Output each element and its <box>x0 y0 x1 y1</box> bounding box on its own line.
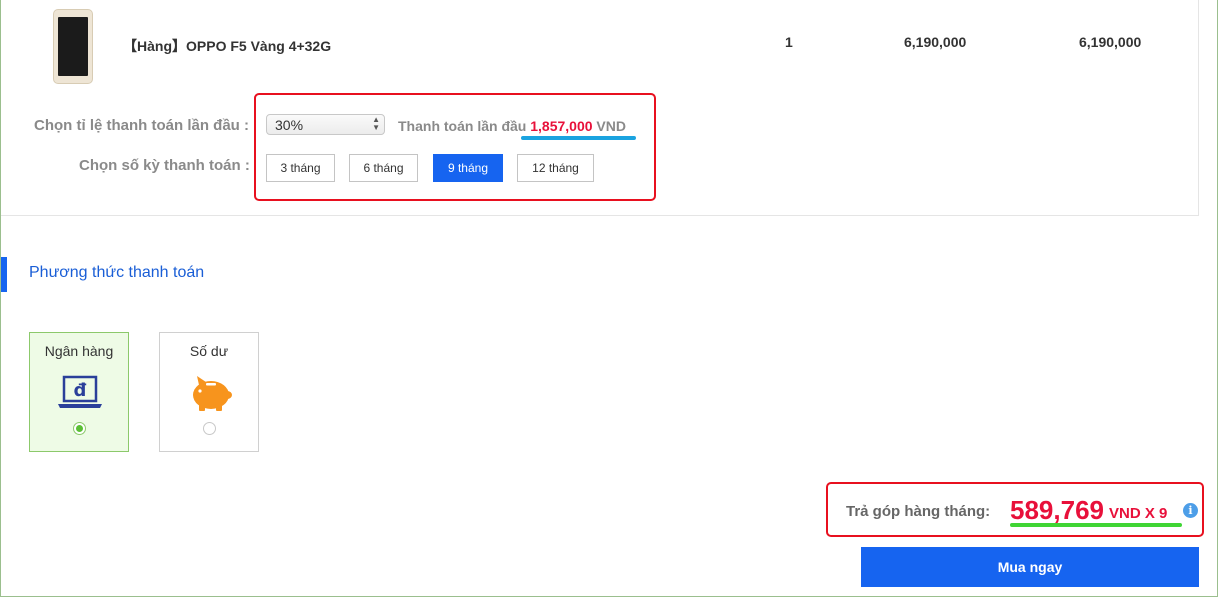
buy-now-button[interactable]: Mua ngay <box>861 547 1199 587</box>
cart-product-panel: 【Hàng】OPPO F5 Vàng 4+32G 1 6,190,000 6,1… <box>1 0 1199 216</box>
piggy-bank-icon <box>193 376 232 411</box>
ratio-select[interactable]: 30% ▲ ▼ <box>266 114 385 135</box>
first-payment-label: Thanh toán lần đầu <box>398 118 527 134</box>
ratio-label: Chọn tỉ lệ thanh toán lần đầu : <box>34 117 249 134</box>
product-quantity: 1 <box>785 34 793 50</box>
product-image <box>53 9 93 84</box>
payment-option-balance-label: Số dư <box>189 343 229 359</box>
info-icon[interactable]: i <box>1183 503 1198 518</box>
payment-method-title: Phương thức thanh toán <box>29 264 205 281</box>
bank-laptop-icon: đ <box>58 375 102 408</box>
payment-option-balance[interactable]: Số dư <box>159 332 259 452</box>
monthly-payment-underline <box>1010 523 1182 527</box>
installment-highlight-box <box>254 93 656 201</box>
term-label: Chọn số kỳ thanh toán : <box>79 157 250 174</box>
first-payment-amount: 1,857,000 <box>530 118 593 134</box>
balance-radio[interactable] <box>203 422 216 435</box>
product-unit-price: 6,190,000 <box>904 34 967 50</box>
svg-text:đ: đ <box>74 380 87 401</box>
first-payment-currency: VND <box>596 118 626 134</box>
first-payment-underline <box>521 136 636 140</box>
first-payment: Thanh toán lần đầu 1,857,000 VND <box>398 118 626 134</box>
payment-option-bank-label: Ngân hàng <box>44 343 114 359</box>
bank-radio[interactable] <box>73 422 86 435</box>
product-total-price: 6,190,000 <box>1079 34 1142 50</box>
term-9-months-button[interactable]: 9 tháng <box>433 154 503 182</box>
select-arrows-icon: ▲ ▼ <box>372 115 380 132</box>
monthly-payment-label: Trả góp hàng tháng: <box>846 503 991 520</box>
term-3-months-button[interactable]: 3 tháng <box>266 154 335 182</box>
payment-option-bank[interactable]: Ngân hàng đ <box>29 332 129 452</box>
term-12-months-button[interactable]: 12 tháng <box>517 154 594 182</box>
monthly-payment-suffix: VND X 9 <box>1109 505 1168 522</box>
term-6-months-button[interactable]: 6 tháng <box>349 154 418 182</box>
ratio-select-value: 30% <box>275 117 304 133</box>
section-accent-bar <box>1 257 7 292</box>
monthly-payment-amount: 589,769 <box>1010 495 1104 525</box>
product-name[interactable]: 【Hàng】OPPO F5 Vàng 4+32G <box>123 36 331 56</box>
